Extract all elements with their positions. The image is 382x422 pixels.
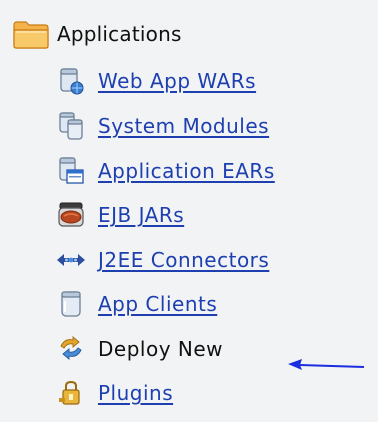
ejb-jar-icon [53, 199, 89, 231]
plugins-link[interactable]: Plugins [98, 381, 173, 405]
tree-item-app-clients[interactable]: App Clients [53, 286, 217, 322]
system-modules-icon [53, 110, 89, 142]
app-clients-link[interactable]: App Clients [98, 292, 217, 316]
tree-root-applications[interactable]: Applications [13, 14, 182, 54]
connector-icon [53, 244, 89, 276]
tree-item-deploy-new[interactable]: Deploy New [53, 331, 223, 367]
web-app-wars-link[interactable]: Web App WARs [98, 69, 256, 93]
app-client-icon [53, 288, 89, 320]
tree-root-label: Applications [57, 22, 182, 46]
folder-icon [13, 21, 49, 49]
ejb-jars-link[interactable]: EJB JARs [98, 203, 184, 227]
tree-item-application-ears[interactable]: Application EARs [53, 153, 275, 189]
application-ears-link[interactable]: Application EARs [98, 159, 275, 183]
arrow-left-icon [288, 359, 365, 370]
web-app-icon [53, 65, 89, 97]
tree-item-j2ee-connectors[interactable]: J2EE Connectors [53, 242, 269, 278]
tree-item-ejb-jars[interactable]: EJB JARs [53, 197, 184, 233]
tree-item-system-modules[interactable]: System Modules [53, 108, 269, 144]
j2ee-connectors-link[interactable]: J2EE Connectors [98, 248, 269, 272]
tree-item-web-app-wars[interactable]: Web App WARs [53, 63, 256, 99]
deploy-icon [53, 333, 89, 365]
deploy-new-label: Deploy New [98, 337, 224, 361]
system-modules-link[interactable]: System Modules [98, 114, 269, 138]
tree-item-plugins[interactable]: Plugins [53, 375, 173, 411]
plugin-icon [53, 377, 89, 409]
application-ear-icon [53, 155, 89, 187]
